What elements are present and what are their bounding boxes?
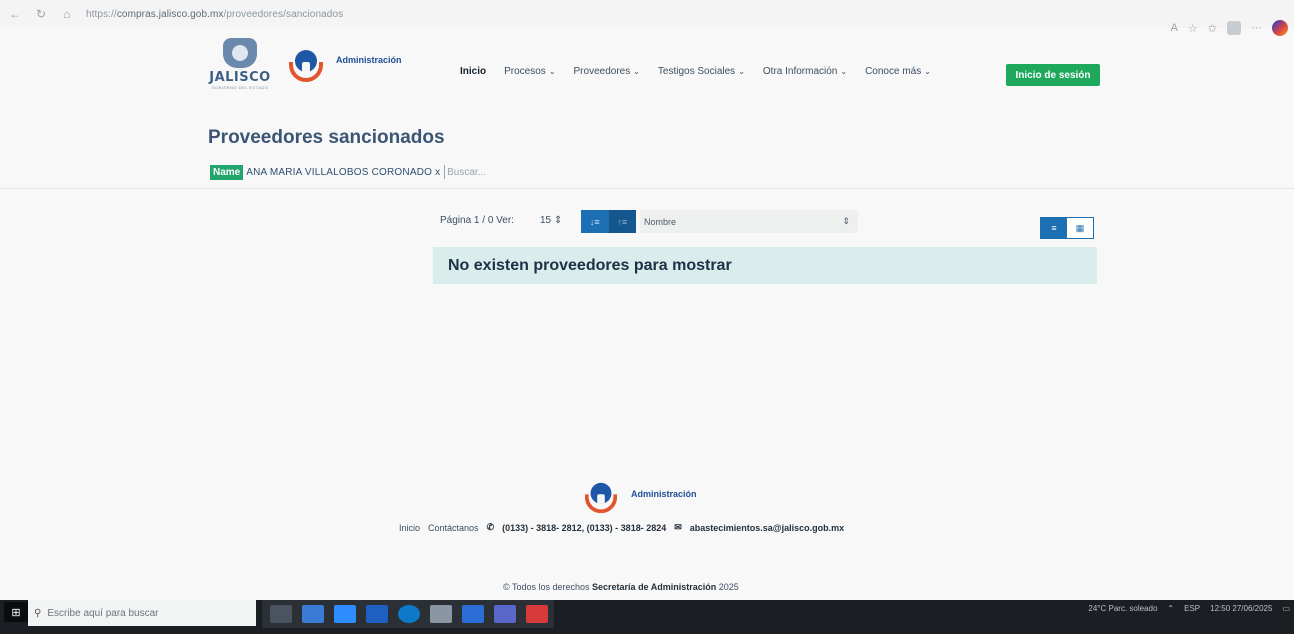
windows-start-icon[interactable]: ⊞	[4, 602, 28, 622]
teams-icon[interactable]	[366, 605, 388, 623]
results-toolbar: Página 1 / 0 Ver: 15 ⇕ ↓≡ ↑≡ Nombre ⇕ ≡ …	[440, 210, 1096, 239]
onenote-icon[interactable]	[494, 605, 516, 623]
edge-icon[interactable]	[398, 605, 420, 623]
footer-link-contactanos[interactable]: Contáctanos	[428, 523, 479, 533]
search-input[interactable]	[444, 165, 1025, 179]
nav-testigos-sociales[interactable]: Testigos Sociales ⌄	[658, 66, 745, 77]
tray-chevron-icon[interactable]: ⌃	[1167, 604, 1174, 613]
chevron-down-icon: ⌄	[548, 67, 556, 76]
administracion-emblem-icon	[584, 481, 618, 515]
nav-inicio-label: Inicio	[460, 66, 487, 77]
filter-search-bar: Name ANA MARIA VILLALOBOS CORONADO x	[210, 162, 1070, 182]
language-indicator[interactable]: ESP	[1184, 604, 1200, 613]
clock-time: 12:50	[1210, 604, 1231, 613]
system-tray: 24°C Parc. soleado ⌃ ESP 12:50 27/06/202…	[1088, 604, 1290, 613]
nav-otra-label: Otra Información	[762, 66, 838, 77]
filter-tag-value: ANA MARIA VILLALOBOS CORONADO	[246, 166, 433, 178]
copyright: © Todos los derechos Secretaría de Admin…	[503, 582, 739, 592]
url-path: /proveedores/sancionados	[223, 8, 344, 20]
main-nav: Inicio Procesos ⌄ Proveedores ⌄ Testigos S…	[460, 66, 949, 77]
browser-toolbar: ← ↻ ⌂ https://compras.jalisco.gob.mx/pro…	[0, 0, 1294, 36]
pagination-info: Página 1 / 0 Ver:	[440, 215, 514, 226]
site-header: JALISCO GOBIERNO DEL ESTADO Administraci…	[0, 30, 1294, 100]
per-page-select[interactable]: 15 ⇕	[540, 215, 562, 226]
nav-conoce-mas[interactable]: Conoce más ⌄	[865, 66, 931, 77]
nav-conoce-label: Conoce más	[865, 66, 922, 77]
chevron-down-icon: ⌄	[633, 67, 640, 76]
pinned-apps	[262, 600, 554, 628]
file-explorer-icon[interactable]	[302, 605, 324, 623]
copyright-year: 2025	[718, 582, 739, 592]
mail-icon[interactable]	[334, 605, 356, 623]
email-icon: ✉	[674, 522, 682, 532]
footer-links: Inicio Contáctanos ✆ (0133) - 3818- 2812…	[399, 522, 844, 533]
empty-results-message: No existen proveedores para mostrar	[448, 256, 732, 274]
notifications-icon[interactable]: ▭	[1282, 604, 1290, 613]
list-view-icon[interactable]: ≡	[1041, 218, 1067, 238]
grid-view-icon[interactable]: ▦	[1067, 218, 1093, 238]
sort-direction-toggle: ↓≡ ↑≡	[581, 210, 636, 233]
footer-phone: (0133) - 3818- 2812, (0133) - 3818- 2824	[502, 522, 667, 533]
os-taskbar: ⊞ ⚲ Escribe aquí para buscar 24°C Parc. …	[0, 600, 1294, 634]
weather-widget[interactable]: 24°C Parc. soleado	[1088, 604, 1157, 613]
chevron-down-icon: ⌄	[738, 67, 745, 76]
url-host: compras.jalisco.gob.mx	[116, 8, 224, 20]
copyright-prefix: © Todos los derechos	[503, 582, 590, 592]
clock[interactable]: 12:50 27/06/2025	[1210, 604, 1272, 613]
address-bar[interactable]: https://compras.jalisco.gob.mx/proveedor…	[86, 9, 343, 20]
sort-field-value: Nombre	[644, 216, 677, 227]
administracion-emblem-icon	[288, 48, 324, 84]
nav-otra-informacion[interactable]: Otra Información ⌄	[763, 66, 847, 77]
nav-procesos-label: Procesos	[504, 66, 546, 77]
store-icon[interactable]	[430, 605, 452, 623]
taskbar-search-placeholder: Escribe aquí para buscar	[47, 607, 159, 619]
url-prefix: https://	[86, 8, 117, 20]
footer-administracion-logo[interactable]: Administración	[583, 480, 697, 516]
phone-icon: ✆	[486, 522, 495, 532]
sort-descending-icon[interactable]: ↑≡	[608, 210, 636, 233]
footer-logo-text: Administración	[631, 489, 697, 499]
outlook-icon[interactable]	[462, 605, 484, 623]
nav-procesos[interactable]: Procesos ⌄	[504, 66, 555, 77]
select-arrows-icon: ⇕	[842, 216, 850, 226]
filter-tag-key: Name	[210, 164, 244, 180]
page-title: Proveedores sancionados	[208, 127, 445, 148]
filter-remove-icon[interactable]: x	[435, 167, 440, 178]
nav-proveedores[interactable]: Proveedores ⌄	[574, 66, 640, 77]
acrobat-icon[interactable]	[526, 605, 548, 623]
footer-email[interactable]: abastecimientos.sa@jalisco.gob.mx	[690, 523, 844, 533]
administracion-logo[interactable]: Administración	[288, 48, 402, 84]
nav-proveedores-label: Proveedores	[573, 66, 631, 77]
administracion-logo-text: Administración	[336, 55, 402, 65]
sort-ascending-icon[interactable]: ↓≡	[581, 210, 609, 233]
home-icon[interactable]: ⌂	[56, 3, 78, 25]
reload-icon[interactable]: ↻	[30, 3, 52, 25]
sort-field-select[interactable]: Nombre ⇕	[640, 210, 858, 233]
view-mode-toggle: ≡ ▦	[1040, 217, 1094, 239]
jalisco-subtitle: GOBIERNO DEL ESTADO	[211, 85, 269, 90]
back-icon[interactable]: ←	[4, 3, 26, 25]
empty-results-alert: No existen proveedores para mostrar	[433, 247, 1097, 284]
jalisco-logo[interactable]: JALISCO GOBIERNO DEL ESTADO	[205, 38, 275, 98]
task-view-icon[interactable]	[270, 605, 292, 623]
chevron-down-icon: ⌄	[840, 67, 848, 76]
login-button[interactable]: Inicio de sesión	[1006, 64, 1100, 86]
search-icon: ⚲	[34, 607, 42, 619]
divider	[0, 188, 1294, 189]
taskbar-search[interactable]: ⚲ Escribe aquí para buscar	[28, 600, 256, 626]
footer-link-inicio[interactable]: Inicio	[399, 523, 420, 533]
nav-testigos-label: Testigos Sociales	[657, 66, 736, 77]
nav-inicio[interactable]: Inicio	[460, 66, 486, 77]
jalisco-shield-icon	[223, 38, 257, 68]
copyright-org: Secretaría de Administración	[592, 582, 717, 592]
jalisco-wordmark: JALISCO	[209, 70, 271, 85]
chevron-down-icon: ⌄	[924, 67, 931, 76]
clock-date: 27/06/2025	[1232, 604, 1273, 613]
